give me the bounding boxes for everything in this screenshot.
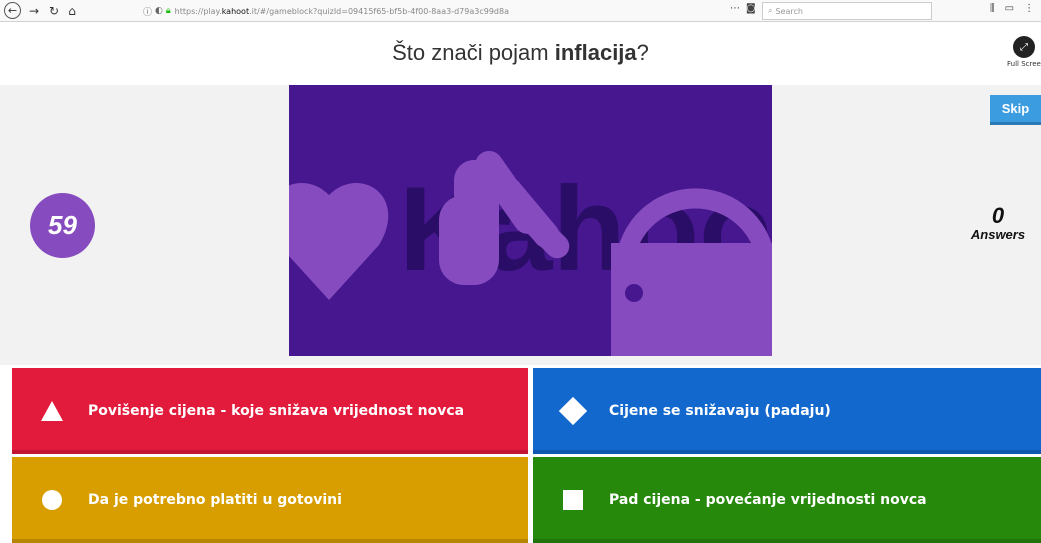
fullscreen-icon: ⤢ [1013,36,1035,58]
answer-option-circle[interactable]: Da je potrebno platiti u gotovini [12,457,528,543]
page-actions-icon[interactable]: ⋯ [730,3,740,14]
answers-counter: 0 Answers [962,203,1034,243]
answer-text: Da je potrebno platiti u gotovini [88,492,342,508]
search-input[interactable]: ⌕ Search [762,2,932,20]
question-image: Kahoot! [289,85,772,356]
circle-icon [32,480,72,520]
answer-option-triangle[interactable]: Povišenje cijena - koje snižava vrijedno… [12,368,528,454]
question-header: Što znači pojam inflacija? ⤢ Full Screen [0,22,1041,85]
triangle-icon [32,391,72,431]
diamond-icon [553,391,593,431]
menu-icon[interactable]: ⋮ [1024,3,1034,14]
lock-icon: 🔒︎ [165,6,171,16]
skip-button[interactable]: Skip [990,95,1041,125]
search-icon: ⌕ [768,6,773,15]
url-bar[interactable]: ⓘ ◐ 🔒︎ https://play.kahoot.it/#/gamebloc… [143,2,755,20]
browser-toolbar: ← → ↻ ⌂ ⓘ ◐ 🔒︎ https://play.kahoot.it/#/… [0,0,1041,22]
square-icon [553,480,593,520]
library-icon[interactable]: ⫼ [990,3,995,14]
sidebar-icon[interactable]: ▭ [1005,3,1014,14]
question-title: Što znači pojam inflacija? [392,40,649,65]
back-arrow-icon[interactable]: ← [4,2,21,19]
question-stage: 59 Kahoot! Skip 0 Answers [0,85,1041,365]
search-placeholder: Search [775,6,803,16]
countdown-timer: 59 [30,193,95,258]
forward-arrow-icon[interactable]: → [25,2,43,20]
answers-count: 0 [991,203,1005,228]
kahoot-placeholder-graphic: Kahoot! [289,85,772,356]
answer-option-square[interactable]: Pad cijena - povećanje vrijednosti novca [533,457,1041,543]
pocket-icon[interactable]: ◙ [746,3,756,14]
tracking-shield-icon[interactable]: ◐ [155,6,163,16]
answers-label: Answers [970,227,1026,242]
fullscreen-label: Full Screen [1007,60,1041,68]
info-icon[interactable]: ⓘ [143,5,152,18]
url-text[interactable]: https://play.kahoot.it/#/gameblock?quizI… [175,7,509,16]
answer-text: Cijene se snižavaju (padaju) [609,403,831,419]
home-icon[interactable]: ⌂ [63,2,81,20]
fullscreen-button[interactable]: ⤢ Full Screen [1007,36,1041,76]
answer-option-diamond[interactable]: Cijene se snižavaju (padaju) [533,368,1041,454]
answer-text: Povišenje cijena - koje snižava vrijedno… [88,403,465,419]
answer-text: Pad cijena - povećanje vrijednosti novca [609,492,927,508]
reload-icon[interactable]: ↻ [45,2,63,20]
